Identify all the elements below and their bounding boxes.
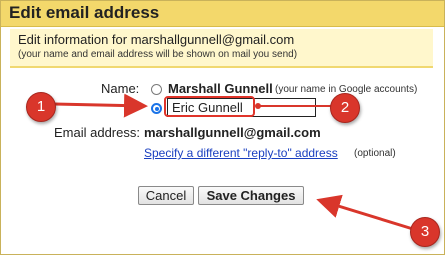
step-marker-2: 2 [330,93,360,123]
step-marker-1: 1 [26,92,56,122]
arrow-3 [316,194,414,231]
arrow-2-dot [255,103,261,109]
step-marker-3: 3 [410,217,440,247]
annotation-arrows [53,93,414,231]
arrow-1 [53,93,148,118]
